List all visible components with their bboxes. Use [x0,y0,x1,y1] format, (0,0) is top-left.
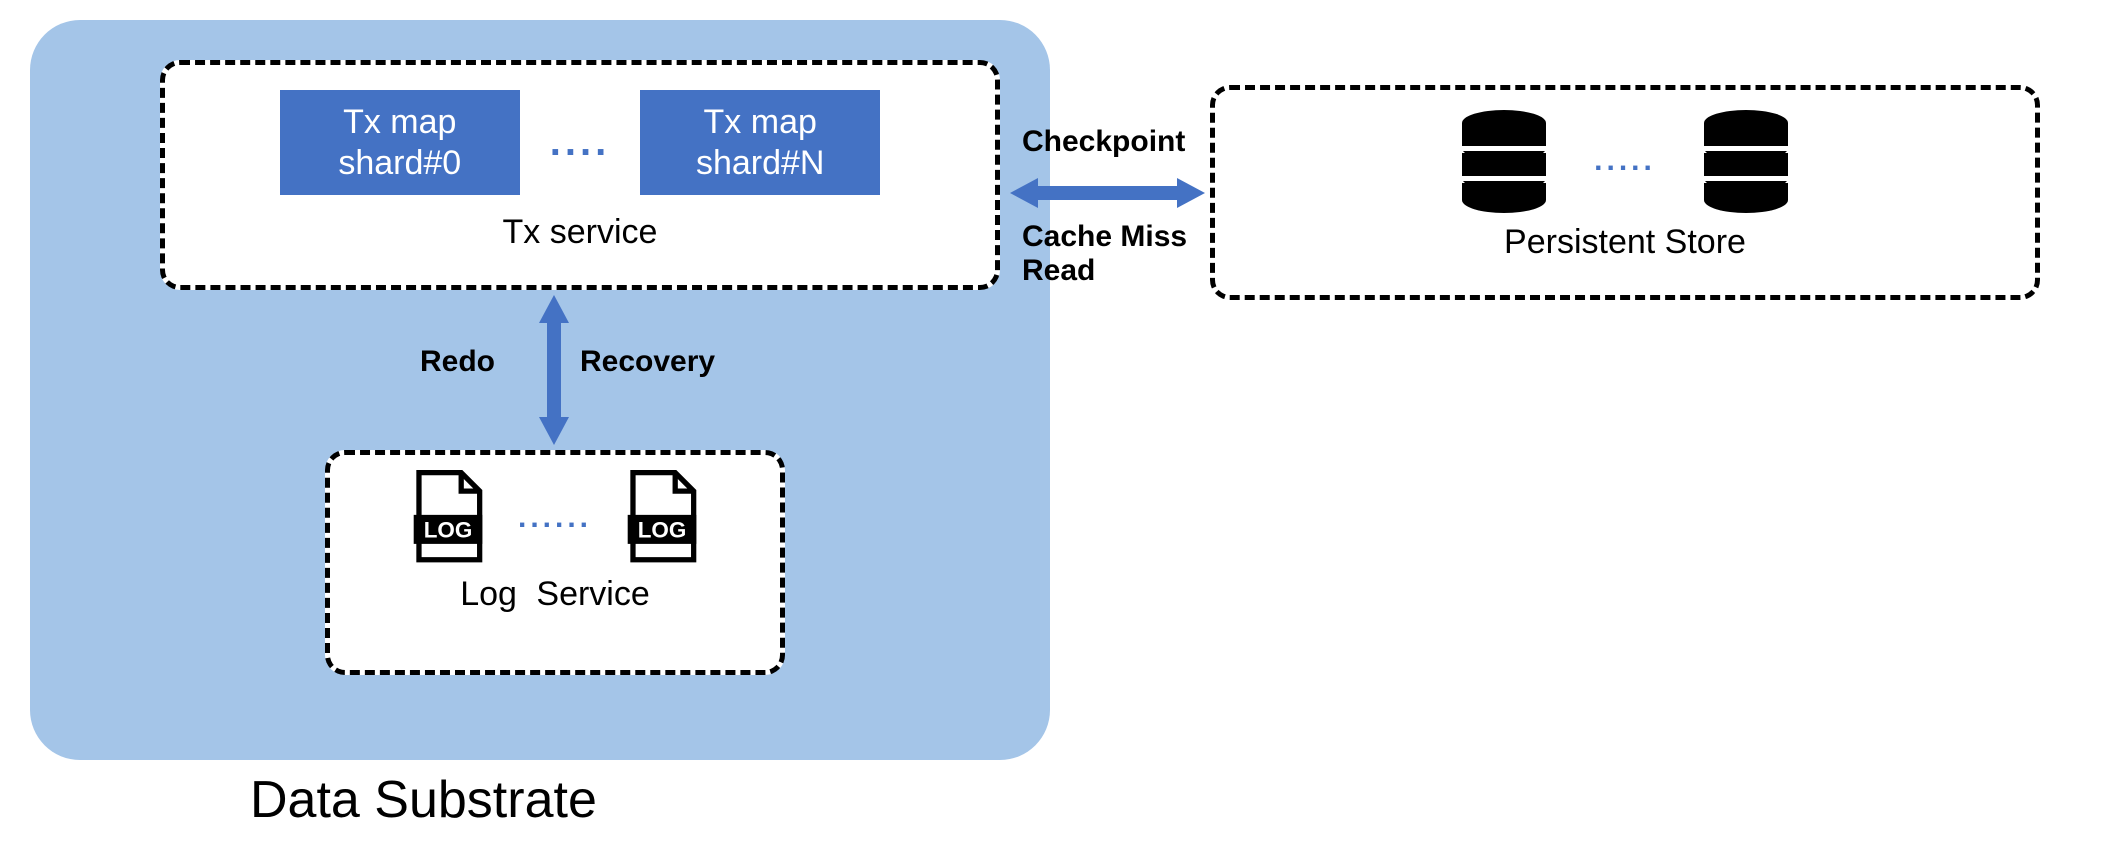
log-row: LOG ...... LOG [408,470,702,565]
shard-ellipsis: .... [550,120,610,165]
shard-row: Tx map shard#0 .... Tx map shard#N [280,90,880,195]
edge-label-recovery: Recovery [580,345,715,379]
db-ellipsis: ..... [1594,144,1656,178]
diagram-canvas: Data Substrate Tx map shard#0 .... Tx ma… [20,20,2095,845]
log-file-icon: LOG [622,470,702,565]
shard0-line1: Tx map [343,102,456,143]
arrow-redo-recovery [539,295,569,445]
tx-service-box: Tx map shard#0 .... Tx map shard#N Tx se… [160,60,1000,290]
log-file-icon: LOG [408,470,488,565]
svg-text:LOG: LOG [638,517,687,542]
shardN-line2: shard#N [696,143,825,184]
db-row: ..... [1454,108,1796,213]
tx-map-shard-n: Tx map shard#N [640,90,880,195]
log-service-label: Log Service [460,575,650,614]
log-ellipsis: ...... [518,501,592,535]
log-service-box: LOG ...... LOG Log Service [325,450,785,675]
persistent-store-label: Persistent Store [1504,223,1746,262]
tx-map-shard-0: Tx map shard#0 [280,90,520,195]
database-icon [1454,108,1554,213]
arrow-checkpoint-cachemiss [1010,178,1205,208]
svg-text:LOG: LOG [424,517,473,542]
tx-service-label: Tx service [503,213,658,252]
edge-label-redo: Redo [420,345,495,379]
shard0-line2: shard#0 [338,143,461,184]
edge-label-checkpoint: Checkpoint [1022,125,1185,159]
shardN-line1: Tx map [704,102,817,143]
edge-label-cache-miss-read: Cache Miss Read [1022,220,1202,288]
data-substrate-title: Data Substrate [250,770,597,830]
persistent-store-box: ..... Persistent Store [1210,85,2040,300]
database-icon [1696,108,1796,213]
